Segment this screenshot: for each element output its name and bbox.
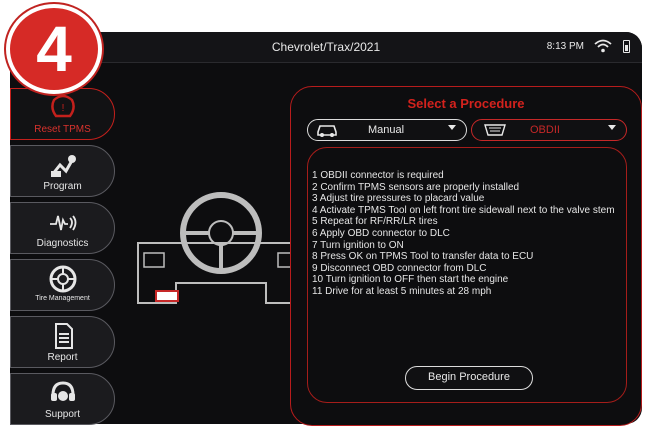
list-item: 2 Confirm TPMS sensors are properly inst… [312, 181, 520, 193]
list-item: 7 Turn ignition to ON [312, 239, 404, 251]
vehicle-dashboard-illustration [137, 192, 305, 304]
sidebar-item-reset-tpms[interactable]: ! Reset TPMS [10, 88, 115, 140]
chevron-down-icon [608, 125, 616, 130]
list-item: 9 Disconnect OBD connector from DLC [312, 262, 487, 274]
report-icon [54, 323, 73, 349]
list-item: 10 Turn ignition to OFF then start the e… [312, 274, 509, 286]
sidebar-item-label: Diagnostics [36, 238, 89, 249]
sidebar-item-support[interactable]: Support [10, 373, 115, 425]
chevron-down-icon [448, 125, 456, 130]
sidebar-item-report[interactable]: Report [10, 316, 115, 368]
sidebar: ! Reset TPMS Program Diagnostics Tire Ma… [10, 88, 115, 430]
tire-icon [49, 265, 76, 293]
program-icon [50, 155, 76, 177]
manual-select-value: Manual [368, 124, 405, 136]
list-item: 11 Drive for at least 5 minutes at 28 mp… [312, 285, 492, 297]
sidebar-item-label: Program [43, 181, 82, 192]
sidebar-item-label: Support [44, 409, 81, 420]
battery-icon [623, 40, 630, 53]
obd-select-value: OBDII [530, 124, 560, 136]
wifi-icon [594, 39, 612, 53]
sidebar-item-label: Tire Management [35, 295, 90, 302]
manual-select[interactable]: Manual [307, 119, 467, 141]
obd-connector-icon [484, 124, 506, 136]
sidebar-item-label: Report [47, 352, 78, 363]
procedure-steps: 1 OBDII connector is required 2 Confirm … [312, 170, 618, 298]
obd-select[interactable]: OBDII [471, 119, 627, 141]
status-bar: Chevrolet/Trax/2021 8:13 PM [10, 32, 642, 63]
sidebar-item-diagnostics[interactable]: Diagnostics [10, 202, 115, 254]
tpms-reset-icon: ! [50, 94, 75, 118]
list-item: 4 Activate TPMS Tool on left front tire … [312, 204, 615, 216]
svg-text:!: ! [61, 103, 64, 114]
diagnostics-icon [49, 215, 76, 231]
list-item: 5 Repeat for RF/RR/LR tires [312, 216, 438, 228]
sidebar-item-label: Reset TPMS [34, 124, 91, 135]
list-item: 3 Adjust tire pressures to placard value [312, 193, 485, 205]
begin-procedure-button[interactable]: Begin Procedure [405, 366, 533, 390]
car-icon [317, 125, 337, 137]
list-item: 8 Press OK on TPMS Tool to transfer data… [312, 251, 534, 263]
step-number-badge: 4 [6, 4, 102, 94]
list-item: 6 Apply OBD connector to DLC [312, 227, 450, 239]
clock: 8:13 PM [546, 41, 584, 52]
sidebar-item-program[interactable]: Program [10, 145, 115, 197]
list-item: 1 OBDII connector is required [312, 170, 444, 181]
panel-title: Select a Procedure [407, 96, 525, 111]
support-icon [50, 381, 75, 401]
sidebar-item-tire-management[interactable]: Tire Management [10, 259, 115, 311]
